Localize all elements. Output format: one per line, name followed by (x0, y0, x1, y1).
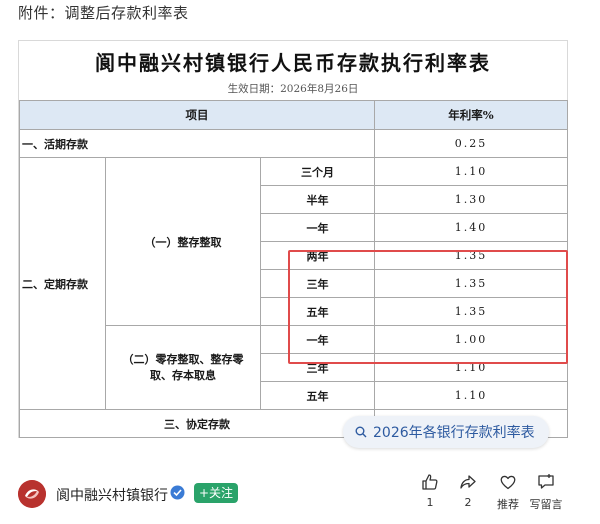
share-count: 2 (464, 496, 472, 509)
rate-cell: 1.10 (374, 353, 568, 382)
column-header-rate: 年利率% (374, 100, 568, 130)
term-cell: 两年 (260, 241, 375, 270)
term-cell: 三年 (260, 269, 375, 298)
rate-cell: 1.00 (374, 325, 568, 354)
term-cell: 三年 (260, 353, 375, 382)
term-cell: 一年 (260, 213, 375, 242)
like-count: 1 (426, 496, 434, 509)
account-name[interactable]: 阆中融兴村镇银行 (56, 485, 168, 505)
comment-icon (538, 474, 554, 489)
rate-cell: 1.10 (374, 381, 568, 410)
installment-label: （二）零存整取、整存零取、存本取息 (105, 325, 261, 410)
table-row: 二、定期存款 （一）整存整取 三个月 1.10 (19, 157, 568, 410)
demand-deposit-label: 一、活期存款 (19, 129, 375, 158)
thumbs-up-icon (422, 474, 438, 490)
table-row: 一、活期存款 0.25 (19, 129, 568, 158)
attachment-label: 附件：调整后存款利率表 (18, 4, 189, 22)
time-deposit-label: 二、定期存款 (19, 157, 106, 410)
rate-cell: 1.30 (374, 185, 568, 214)
negotiated-deposit-label: 三、协定存款 (19, 409, 375, 438)
document-title: 阆中融兴村镇银行人民币存款执行利率表 (95, 51, 491, 75)
rate-cell: 1.40 (374, 213, 568, 242)
term-cell: 五年 (260, 381, 375, 410)
search-suggestion-text: 2026年各银行存款利率表 (373, 425, 535, 441)
bank-logo-icon (18, 480, 46, 508)
share-icon (460, 475, 476, 489)
share-button[interactable]: 2 (451, 472, 485, 509)
term-cell: 半年 (260, 185, 375, 214)
lump-sum-label: （一）整存整取 (105, 157, 261, 326)
rate-cell: 1.35 (374, 269, 568, 298)
effective-date: 生效日期：2026年8月26日 (227, 83, 359, 95)
column-header-item: 项目 (19, 100, 375, 130)
rate-table: 项目 年利率% 一、活期存款 0.25 二、定期存款 （一）整存整取 三个月 1… (19, 100, 568, 438)
rate-cell: 1.10 (374, 157, 568, 186)
bottom-bar: 阆中融兴村镇银行 +关注 1 2 推荐 写留言 (0, 466, 600, 524)
search-suggestion[interactable]: 2026年各银行存款利率表 (343, 416, 549, 448)
comment-button[interactable]: 写留言 (529, 472, 563, 512)
rate-cell: 1.35 (374, 241, 568, 270)
term-cell: 五年 (260, 297, 375, 326)
rate-document: 阆中融兴村镇银行人民币存款执行利率表 生效日期：2026年8月26日 项目 年利… (18, 40, 568, 438)
rate-cell: 1.35 (374, 297, 568, 326)
rate-cell: 0.25 (374, 129, 568, 158)
recommend-button[interactable]: 推荐 (491, 472, 525, 512)
follow-button[interactable]: +关注 (194, 483, 238, 503)
term-cell: 一年 (260, 325, 375, 354)
like-button[interactable]: 1 (413, 472, 447, 509)
verified-badge-icon (170, 485, 185, 500)
term-cell: 三个月 (260, 157, 375, 186)
search-icon (355, 426, 367, 438)
comment-label: 写留言 (529, 498, 563, 511)
heart-icon (500, 475, 516, 490)
avatar[interactable] (18, 480, 46, 508)
recommend-label: 推荐 (497, 498, 519, 511)
table-header-row: 项目 年利率% (19, 100, 568, 130)
